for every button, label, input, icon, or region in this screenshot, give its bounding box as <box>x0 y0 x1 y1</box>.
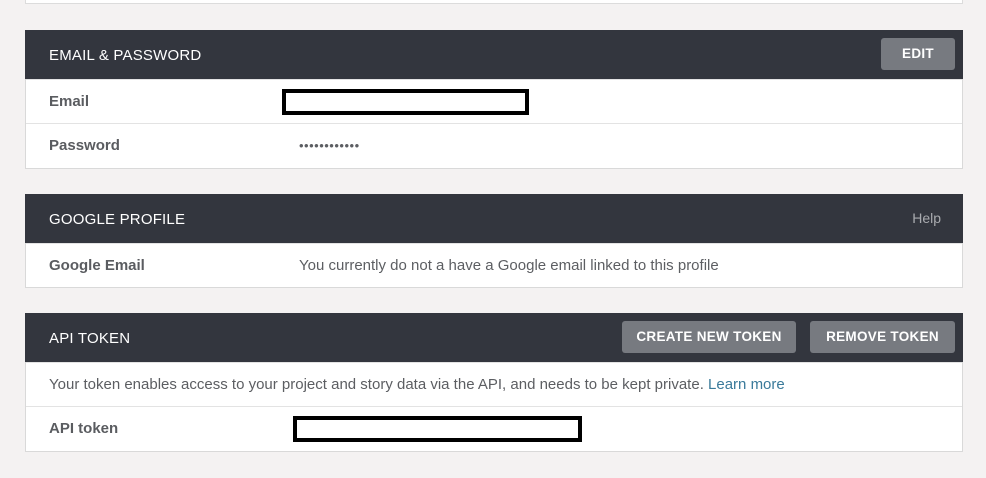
api-info-message: Your token enables access to your projec… <box>49 376 709 393</box>
google-profile-title: GOOGLE PROFILE <box>49 211 186 228</box>
google-email-value: You currently do not a have a Google ema… <box>299 257 719 274</box>
password-row: Password •••••••••••• <box>26 123 962 167</box>
create-new-token-button[interactable]: CREATE NEW TOKEN <box>622 321 796 353</box>
email-redacted-box <box>282 89 529 115</box>
api-token-title: API TOKEN <box>49 330 131 347</box>
api-token-redacted-box <box>293 416 582 442</box>
api-token-panel: API TOKEN CREATE NEW TOKEN REMOVE TOKEN … <box>25 313 963 452</box>
email-password-title: EMAIL & PASSWORD <box>49 47 202 64</box>
api-token-header: API TOKEN CREATE NEW TOKEN REMOVE TOKEN <box>25 313 963 362</box>
google-email-row: Google Email You currently do not a have… <box>26 243 962 287</box>
email-password-header: EMAIL & PASSWORD EDIT <box>25 30 963 79</box>
previous-panel-bottom <box>25 0 963 4</box>
api-info-text: Your token enables access to your projec… <box>49 376 785 393</box>
password-value: •••••••••••• <box>299 138 360 153</box>
api-info-row: Your token enables access to your projec… <box>26 362 962 406</box>
google-email-label: Google Email <box>49 257 145 274</box>
help-link[interactable]: Help <box>912 210 941 226</box>
password-label: Password <box>49 137 120 154</box>
remove-token-button[interactable]: REMOVE TOKEN <box>810 321 955 353</box>
email-label: Email <box>49 93 90 110</box>
learn-more-link[interactable]: Learn more <box>708 376 785 393</box>
api-token-row: API token <box>26 406 962 450</box>
api-token-label: API token <box>49 420 119 437</box>
google-profile-header: GOOGLE PROFILE Help <box>25 194 963 243</box>
edit-button[interactable]: EDIT <box>881 38 955 70</box>
google-profile-panel: GOOGLE PROFILE Help Google Email You cur… <box>25 194 963 288</box>
email-password-panel: EMAIL & PASSWORD EDIT Email Password •••… <box>25 30 963 169</box>
email-row: Email <box>26 79 962 123</box>
